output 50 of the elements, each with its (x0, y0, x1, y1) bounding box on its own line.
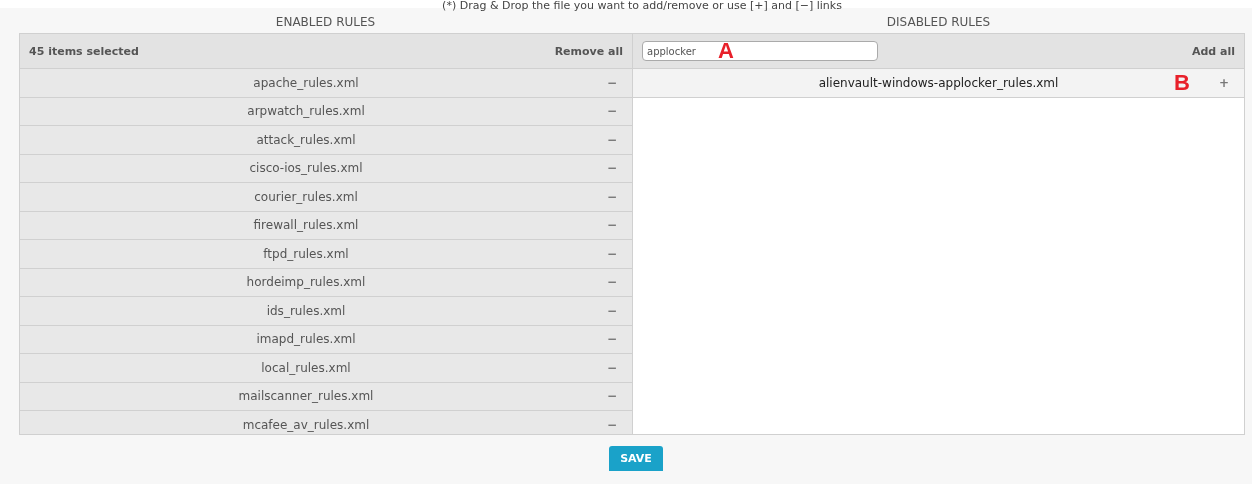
save-button[interactable]: SAVE (609, 446, 663, 471)
remove-link[interactable]: − (592, 360, 632, 375)
column-title: ENABLED RULES (274, 14, 377, 31)
rule-item[interactable]: hordeimp_rules.xml − (20, 268, 632, 297)
callout-label: B (1174, 71, 1190, 94)
rule-name: mailscanner_rules.xml (237, 389, 375, 404)
remove-link[interactable]: − (592, 417, 632, 432)
remove-link[interactable]: − (592, 303, 632, 318)
instruction-text: (*) Drag & Drop the file you want to add/remove or use [+] and [−] links (441, 0, 843, 12)
rule-item[interactable]: local_rules.xml − (20, 354, 632, 383)
rule-name: ids_rules.xml (265, 303, 347, 318)
rule-item[interactable]: ftpd_rules.xml − (20, 240, 632, 269)
remove-link[interactable]: − (592, 104, 632, 119)
rule-name: alienvault-windows-applocker_rules.xml (817, 75, 1059, 90)
remove-link[interactable]: − (592, 246, 632, 261)
rule-item[interactable]: cisco-ios_rules.xml − (20, 154, 632, 183)
rule-item[interactable]: courier_rules.xml − (20, 183, 632, 212)
rule-item[interactable]: ids_rules.xml − (20, 297, 632, 326)
rule-item[interactable]: attack_rules.xml − (20, 126, 632, 155)
remove-link[interactable]: − (592, 189, 632, 204)
selected-count: 45 items selected (29, 44, 139, 58)
remove-link[interactable]: − (592, 75, 632, 90)
rule-name: mcafee_av_rules.xml (241, 417, 371, 432)
callout-label: A (718, 40, 734, 62)
rule-name: local_rules.xml (260, 360, 352, 375)
add-link[interactable]: + (1204, 75, 1244, 90)
column-title: DISABLED RULES (885, 14, 992, 31)
remove-link[interactable]: − (592, 389, 632, 404)
rule-item[interactable]: arpwatch_rules.xml − (20, 97, 632, 126)
remove-all-link[interactable]: Remove all (554, 44, 623, 58)
remove-link[interactable]: − (592, 218, 632, 233)
add-all-link[interactable]: Add all (1191, 44, 1235, 58)
rule-name: firewall_rules.xml (252, 218, 360, 233)
remove-link[interactable]: − (592, 132, 632, 147)
rule-name: ftpd_rules.xml (262, 246, 350, 261)
rule-item[interactable]: alienvault-windows-applocker_rules.xml B + (633, 69, 1244, 98)
rule-name: arpwatch_rules.xml (246, 104, 366, 119)
rule-item[interactable]: apache_rules.xml − (20, 69, 632, 98)
remove-link[interactable]: − (592, 161, 632, 176)
rule-name: hordeimp_rules.xml (245, 275, 367, 290)
remove-link[interactable]: − (592, 332, 632, 347)
rule-item[interactable]: imapd_rules.xml − (20, 325, 632, 354)
rule-name: courier_rules.xml (253, 189, 359, 204)
rule-name: apache_rules.xml (252, 75, 360, 90)
rule-name: attack_rules.xml (255, 132, 357, 147)
rule-item[interactable]: mailscanner_rules.xml − (20, 382, 632, 411)
rule-name: imapd_rules.xml (255, 332, 357, 347)
rule-name: cisco-ios_rules.xml (248, 161, 364, 176)
remove-link[interactable]: − (592, 275, 632, 290)
rule-item[interactable]: firewall_rules.xml − (20, 211, 632, 240)
